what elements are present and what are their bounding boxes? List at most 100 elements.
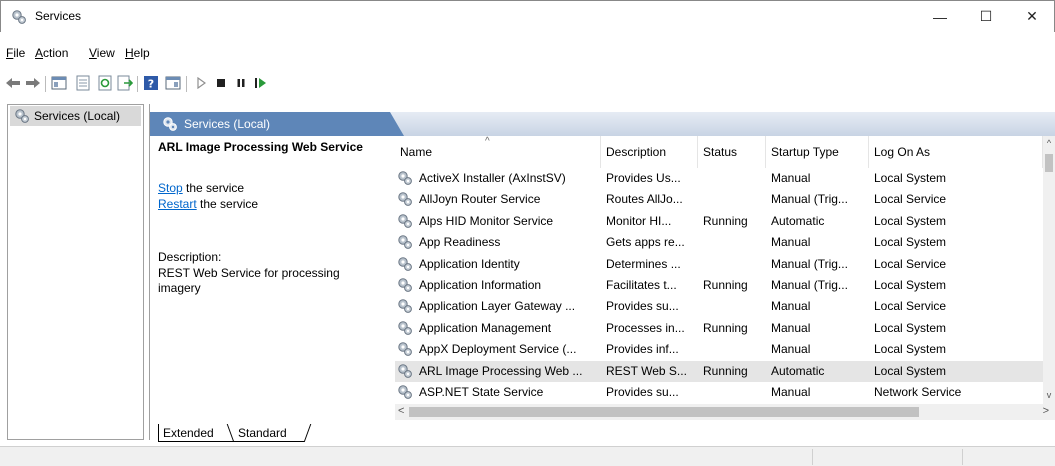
cell-description: Gets apps re... [606,235,685,250]
cell-name: Application Management [419,320,552,335]
cell-logon: Local Service [874,299,947,314]
cell-description: REST Web S... [606,363,687,378]
show-hide-action-pane-button[interactable] [164,74,182,92]
start-service-button[interactable] [192,74,210,92]
resume-icon [255,78,266,88]
cell-status: Running [703,213,748,228]
scroll-down-icon[interactable]: v [1043,390,1055,404]
services-gear-icon [12,10,26,24]
cell-logon: Local Service [874,256,947,271]
cell-startup: Manual [771,171,811,185]
help-button[interactable]: ? [142,74,160,92]
refresh-button[interactable] [96,74,114,92]
stop-service-link[interactable]: Stop [158,181,183,195]
restart-service-button[interactable] [252,74,270,92]
cell-description: Determines ... [606,256,681,271]
selected-service-name: ARL Image Processing Web Service [158,140,363,154]
cell-logon: Local Service [874,192,947,207]
service-gear-icon [398,256,412,271]
help-icon: ? [144,76,158,91]
show-hide-icon [165,76,181,90]
table-row[interactable]: Application Identity Determines ... Manual… [395,254,1043,275]
menu-view[interactable]: View [89,46,115,60]
table-row[interactable]: ActiveX Installer (AxInstSV) Provides Us.… [395,168,1043,189]
service-gear-icon [398,278,412,292]
back-button[interactable] [4,74,22,92]
cell-name: ASP.NET State Service [419,385,544,399]
table-row[interactable]: AppX Deployment Service (... Provides inf… [395,339,1043,360]
column-header-description[interactable]: Description [601,136,698,168]
cell-logon: Local System [874,278,947,292]
column-header-name[interactable]: Name ^ [395,136,601,168]
cell-name: Application Information [419,278,542,292]
cell-name: Application Identity [419,256,520,271]
cell-logon: Network Service [874,385,962,399]
column-header-status[interactable]: Status [698,136,766,168]
forward-button[interactable] [24,74,42,92]
vertical-scrollbar[interactable]: ^ v [1043,136,1055,404]
table-row[interactable]: ARL Image Processing Web ... REST Web S..… [395,360,1043,382]
vertical-scroll-thumb[interactable] [1045,154,1053,172]
tab-extended[interactable]: Extended [158,424,234,442]
cell-name: AppX Deployment Service (... [419,342,577,357]
sort-ascending-icon: ^ [485,136,490,147]
console-tree-button[interactable] [50,74,68,92]
cell-startup: Manual [771,299,811,314]
horizontal-scrollbar[interactable]: < > [395,404,1055,420]
table-row[interactable]: AllJoyn Router Service Routes AllJo... Man… [395,189,1043,210]
minimize-button[interactable]: — [917,1,963,32]
menu-file[interactable]: File [6,46,25,60]
horizontal-scroll-thumb[interactable] [409,407,919,417]
cell-name: App Readiness [419,235,501,250]
tree-item-label: Services (Local) [34,109,121,123]
service-gear-icon [398,299,412,314]
column-header-log-on-as[interactable]: Log On As [869,136,1043,168]
table-row[interactable]: Application Management Processes in... Run… [395,318,1043,339]
cell-name: ActiveX Installer (AxInstSV) [419,171,566,185]
console-tree-icon [51,76,67,90]
description-text: REST Web Service for processing imagery [158,266,340,295]
maximize-button[interactable]: ☐ [963,1,1009,32]
stop-service-button[interactable] [212,74,230,92]
cell-startup: Automatic [771,363,825,378]
table-row[interactable]: App Readiness Gets apps re... Manual Local … [395,232,1043,253]
properties-button[interactable] [74,74,92,92]
stop-link-suffix: the service [182,181,245,195]
pause-service-button[interactable] [232,74,250,92]
cell-description: Provides inf... [606,342,679,357]
toolbar-separator [137,76,138,92]
service-gear-icon [398,321,412,335]
export-list-button[interactable] [116,74,134,92]
title-bar: Services — ☐ ✕ [0,0,1055,32]
export-icon [117,75,133,91]
cell-logon: Local System [874,342,947,357]
tab-standard[interactable]: Standard [234,424,304,442]
service-gear-icon [398,235,412,250]
tree-item-services-local[interactable]: Services (Local) [10,106,141,126]
menu-action[interactable]: Action [35,46,68,60]
status-bar [0,446,1055,466]
scroll-left-icon[interactable]: < [398,405,404,417]
cell-description: Processes in... [606,320,685,335]
scroll-up-icon[interactable]: ^ [1043,138,1055,152]
service-actions: Stop the service Restart the service [158,180,258,212]
close-button[interactable]: ✕ [1009,1,1055,32]
cell-startup: Manual [771,385,811,399]
scroll-right-icon[interactable]: > [1043,405,1049,417]
table-row[interactable]: Application Information Facilitates t... R… [395,275,1043,296]
pause-icon [237,79,245,87]
cell-logon: Local System [874,171,947,185]
console-tree: Services (Local) [7,104,144,440]
table-row[interactable]: ASP.NET State Service Provides su... Manua… [395,382,1043,403]
menu-help[interactable]: Help [125,46,150,60]
service-gear-icon [398,342,412,357]
cell-description: Routes AllJo... [606,192,683,207]
cell-status: Running [703,363,748,378]
table-row[interactable]: Alps HID Monitor Service Monitor HI... Run… [395,211,1043,232]
table-row[interactable]: Application Layer Gateway ... Provides su… [395,296,1043,317]
forward-arrow-icon [26,78,40,88]
cell-startup: Automatic [771,213,825,228]
column-header-startup-type[interactable]: Startup Type [766,136,869,168]
restart-service-link[interactable]: Restart [158,197,197,211]
cell-startup: Manual [771,235,811,250]
